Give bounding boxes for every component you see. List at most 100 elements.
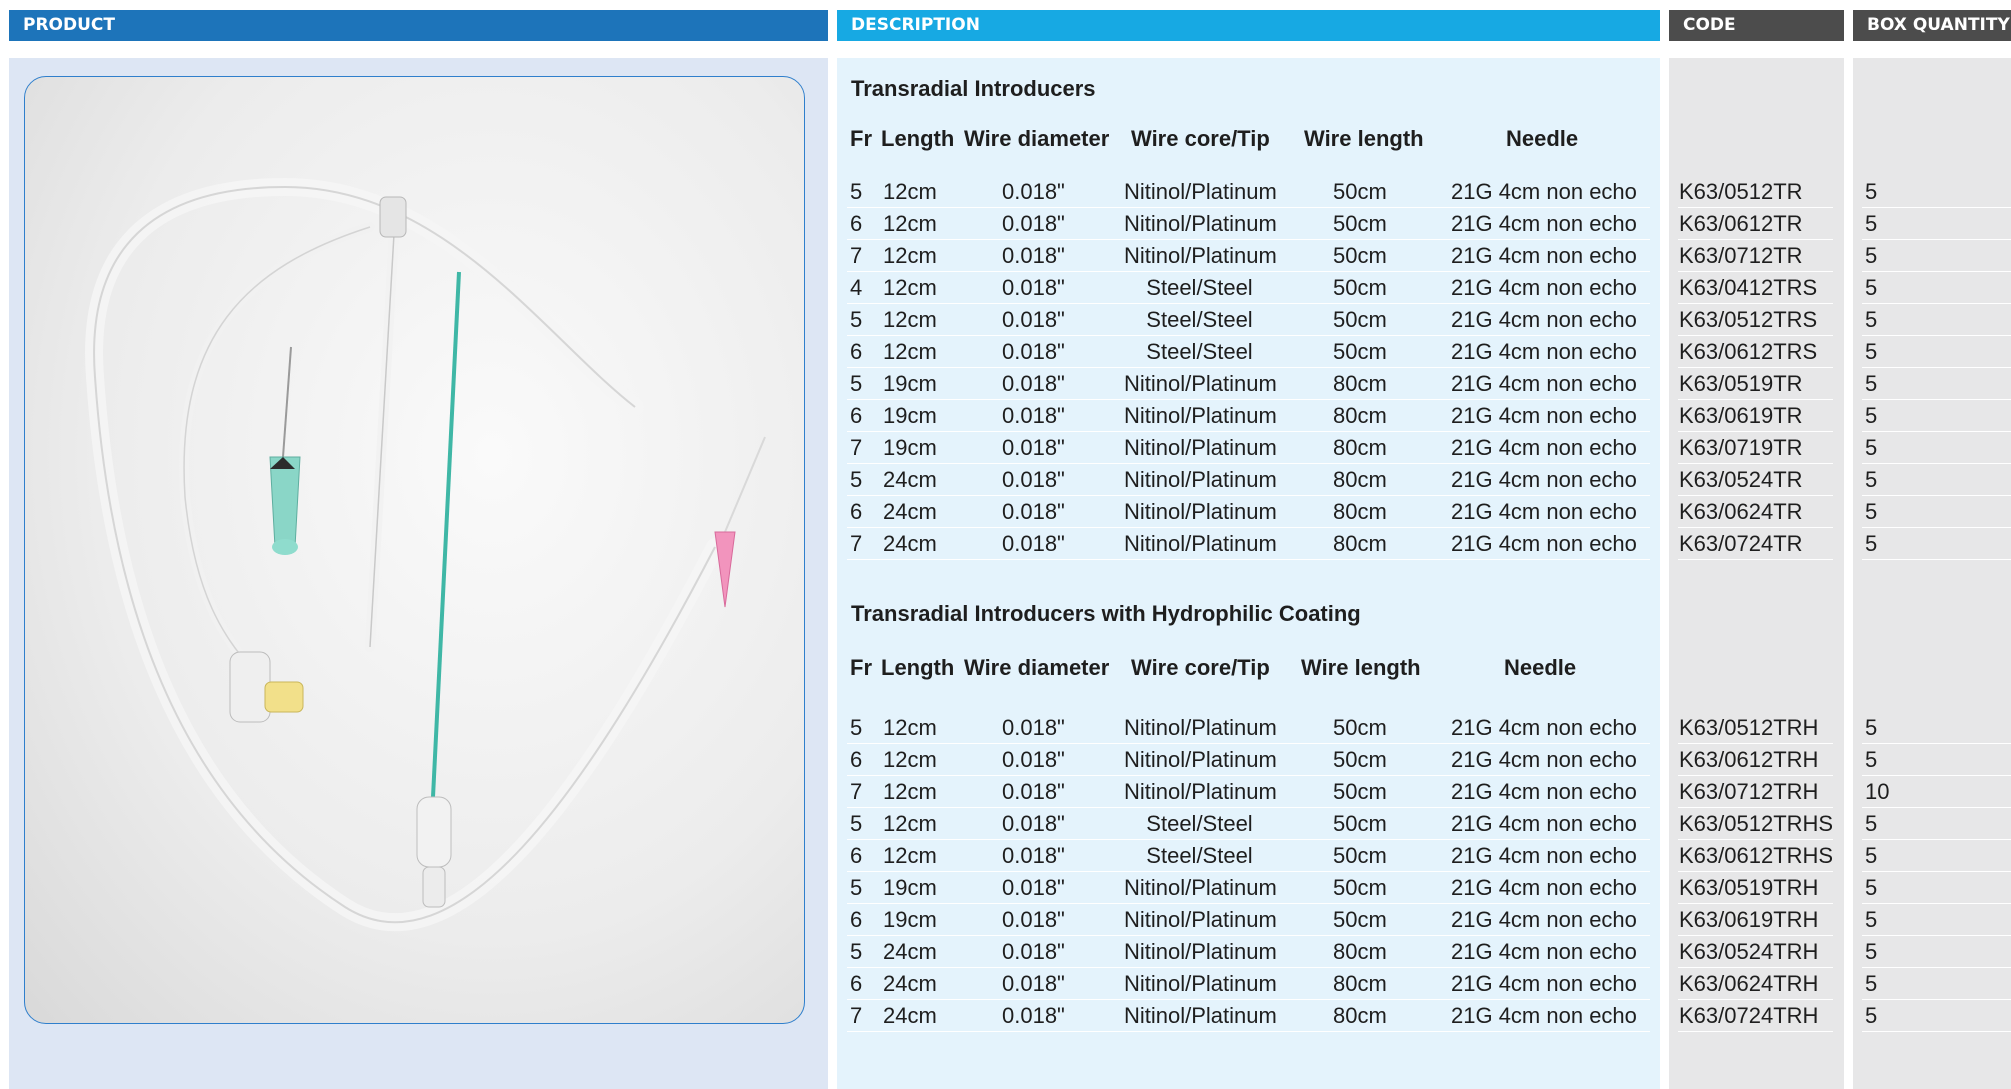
cell-wire-diameter: 0.018" — [1002, 843, 1065, 868]
table-row: 5 19cm 0.018" Nitinol/Platinum 80cm 21G 4cm n… — [0, 369, 2011, 401]
cell-wire-length: 80cm — [1333, 531, 1387, 556]
row-divider — [1678, 839, 1833, 840]
row-divider — [847, 743, 1650, 744]
col-length: Length — [881, 655, 955, 680]
cell-box-quantity: 5 — [1865, 275, 1878, 300]
row-divider — [1862, 239, 2011, 240]
cell-needle: 21G 4cm non echo — [1451, 499, 1637, 524]
cell-wire-core: Nitinol/Platinum — [1124, 179, 1277, 204]
cell-wire-length: 50cm — [1333, 779, 1387, 804]
cell-needle: 21G 4cm non echo — [1451, 403, 1637, 428]
cell-wire-core: Nitinol/Platinum — [1124, 371, 1277, 396]
row-divider — [847, 207, 1650, 208]
row-divider — [1862, 903, 2011, 904]
cell-fr: 7 — [850, 1003, 863, 1028]
cell-needle: 21G 4cm non echo — [1451, 307, 1637, 332]
col-length: Length — [881, 126, 955, 151]
row-divider — [1678, 967, 1833, 968]
cell-box-quantity: 5 — [1865, 531, 1878, 556]
cell-length: 12cm — [883, 843, 937, 868]
cell-wire-core: Nitinol/Platinum — [1124, 875, 1277, 900]
col-needle: Needle — [1506, 126, 1579, 151]
cell-wire-core: Nitinol/Platinum — [1124, 467, 1277, 492]
cell-fr: 6 — [850, 339, 863, 364]
cell-length: 12cm — [883, 275, 937, 300]
cell-needle: 21G 4cm non echo — [1451, 435, 1637, 460]
code-header: CODE — [1669, 10, 1844, 41]
row-divider — [847, 431, 1650, 432]
cell-code: K63/0412TRS — [1679, 275, 1818, 300]
cell-wire-length: 50cm — [1333, 875, 1387, 900]
cell-code: K63/0512TRHS — [1679, 811, 1834, 836]
cell-length: 12cm — [883, 211, 937, 236]
cell-fr: 6 — [850, 747, 863, 772]
cell-wire-core: Steel/Steel — [1146, 307, 1253, 332]
cell-wire-diameter: 0.018" — [1002, 811, 1065, 836]
table-row: 6 12cm 0.018" Nitinol/Platinum 50cm 21G 4cm n… — [0, 209, 2011, 241]
cell-wire-core: Nitinol/Platinum — [1124, 779, 1277, 804]
cell-box-quantity: 5 — [1865, 971, 1878, 996]
cell-wire-length: 80cm — [1333, 1003, 1387, 1028]
row-divider — [1678, 527, 1833, 528]
cell-fr: 7 — [850, 531, 863, 556]
cell-needle: 21G 4cm non echo — [1451, 211, 1637, 236]
cell-fr: 5 — [850, 939, 863, 964]
col-wire-length: Wire length — [1304, 126, 1424, 151]
cell-wire-diameter: 0.018" — [1002, 939, 1065, 964]
cell-box-quantity: 5 — [1865, 939, 1878, 964]
cell-length: 24cm — [883, 939, 937, 964]
cell-code: K63/0512TR — [1679, 179, 1803, 204]
cell-length: 24cm — [883, 467, 937, 492]
cell-fr: 6 — [850, 907, 863, 932]
cell-wire-diameter: 0.018" — [1002, 531, 1065, 556]
row-divider — [1678, 271, 1833, 272]
cell-needle: 21G 4cm non echo — [1451, 811, 1637, 836]
section-title-transradial-introducers: Transradial Introducers — [851, 76, 1096, 101]
cell-code: K63/0512TRS — [1679, 307, 1818, 332]
cell-needle: 21G 4cm non echo — [1451, 179, 1637, 204]
cell-wire-length: 50cm — [1333, 307, 1387, 332]
row-divider — [1678, 807, 1833, 808]
cell-length: 12cm — [883, 747, 937, 772]
cell-wire-core: Nitinol/Platinum — [1124, 715, 1277, 740]
col-wire-core-tip: Wire core/Tip — [1131, 126, 1270, 151]
cell-code: K63/0719TR — [1679, 435, 1803, 460]
cell-fr: 5 — [850, 467, 863, 492]
cell-wire-diameter: 0.018" — [1002, 435, 1065, 460]
row-divider — [1678, 335, 1833, 336]
col-wire-diameter: Wire diameter — [964, 655, 1110, 680]
row-divider — [1678, 871, 1833, 872]
cell-wire-length: 50cm — [1333, 275, 1387, 300]
cell-wire-length: 50cm — [1333, 179, 1387, 204]
cell-wire-length: 50cm — [1333, 715, 1387, 740]
cell-wire-length: 80cm — [1333, 939, 1387, 964]
row-divider — [1862, 935, 2011, 936]
row-divider — [1862, 463, 2011, 464]
cell-wire-diameter: 0.018" — [1002, 275, 1065, 300]
section-title-hydrophilic-coating: Transradial Introducers with Hydrophilic… — [851, 601, 1361, 626]
cell-length: 24cm — [883, 499, 937, 524]
table-row: 6 19cm 0.018" Nitinol/Platinum 80cm 21G 4cm n… — [0, 401, 2011, 433]
cell-code: K63/0524TRH — [1679, 939, 1819, 964]
cell-wire-core: Nitinol/Platinum — [1124, 939, 1277, 964]
col-wire-length: Wire length — [1301, 655, 1421, 680]
row-divider — [1678, 935, 1833, 936]
row-divider — [1862, 999, 2011, 1000]
cell-needle: 21G 4cm non echo — [1451, 467, 1637, 492]
cell-wire-length: 80cm — [1333, 499, 1387, 524]
table-row: 7 19cm 0.018" Nitinol/Platinum 80cm 21G 4cm n… — [0, 433, 2011, 465]
cell-code: K63/0712TRH — [1679, 779, 1819, 804]
row-divider — [1678, 399, 1833, 400]
table-row: 5 24cm 0.018" Nitinol/Platinum 80cm 21G 4cm n… — [0, 937, 2011, 969]
cell-length: 19cm — [883, 435, 937, 460]
cell-code: K63/0624TRH — [1679, 971, 1819, 996]
cell-length: 12cm — [883, 243, 937, 268]
cell-wire-core: Steel/Steel — [1146, 811, 1253, 836]
cell-length: 24cm — [883, 1003, 937, 1028]
cell-fr: 6 — [850, 843, 863, 868]
table-row: 5 12cm 0.018" Nitinol/Platinum 50cm 21G 4cm n… — [0, 177, 2011, 209]
row-divider — [1678, 303, 1833, 304]
cell-wire-core: Nitinol/Platinum — [1124, 243, 1277, 268]
cell-wire-length: 50cm — [1333, 811, 1387, 836]
row-divider — [847, 399, 1650, 400]
